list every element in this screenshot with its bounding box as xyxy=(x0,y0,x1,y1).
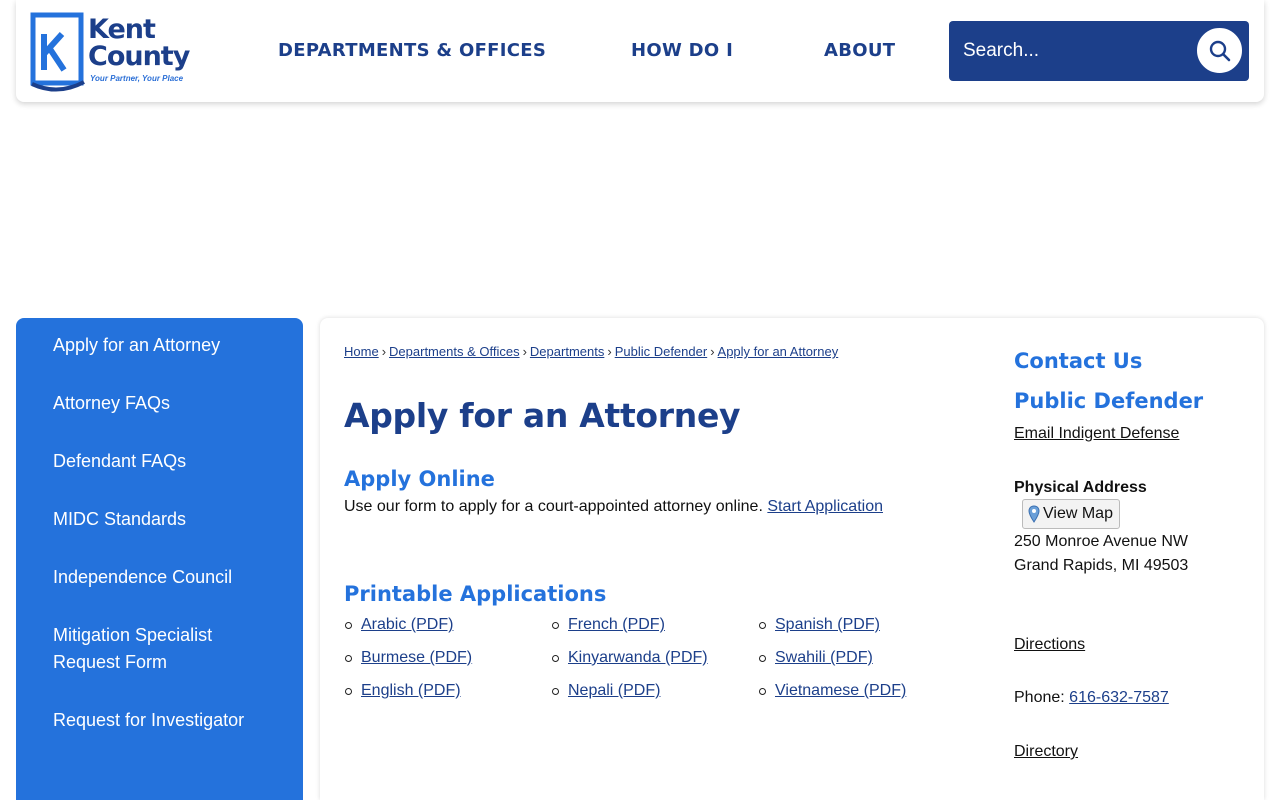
search-button[interactable] xyxy=(1195,26,1244,75)
map-pin-icon xyxy=(1028,505,1040,523)
breadcrumb-separator: › xyxy=(381,344,387,359)
bullet-icon xyxy=(759,655,766,662)
logo-tagline: Your Partner, Your Place xyxy=(90,74,184,83)
bullet-icon xyxy=(759,622,766,629)
bullet-icon xyxy=(345,688,352,695)
nav-about[interactable]: ABOUT xyxy=(824,40,895,61)
address-line1: 250 Monroe Avenue NW xyxy=(1014,533,1189,550)
directory-link[interactable]: Directory xyxy=(1014,743,1078,761)
pdf-link-kinyarwanda[interactable]: Kinyarwanda (PDF) xyxy=(568,649,708,666)
logo-line1: Kent xyxy=(88,14,156,45)
logo-line2: County xyxy=(88,41,190,72)
breadcrumb-public-defender[interactable]: Public Defender xyxy=(615,344,708,359)
breadcrumb-departments[interactable]: Departments xyxy=(530,344,604,359)
logo-wordmark: Kent County xyxy=(88,14,190,72)
list-item: Burmese (PDF) xyxy=(320,649,472,682)
physical-address-label: Physical Address xyxy=(1014,479,1147,496)
bullet-icon xyxy=(552,688,559,695)
breadcrumb-separator: › xyxy=(710,344,715,359)
sidebar-item-request-investigator[interactable]: Request for Investigator xyxy=(53,707,273,734)
apply-online-text: Use our form to apply for a court-appoin… xyxy=(344,498,883,516)
kent-county-logo[interactable]: Kent County Your Partner, Your Place xyxy=(30,12,220,92)
directions-link[interactable]: Directions xyxy=(1014,636,1085,654)
pdf-link-english[interactable]: English (PDF) xyxy=(361,682,461,699)
list-item: Nepali (PDF) xyxy=(527,682,708,715)
pdf-link-arabic[interactable]: Arabic (PDF) xyxy=(361,616,453,633)
apply-online-heading: Apply Online xyxy=(344,467,495,491)
pdf-link-spanish[interactable]: Spanish (PDF) xyxy=(775,616,880,633)
list-item: Swahili (PDF) xyxy=(734,649,906,682)
main-content: Home › Departments & Offices › Departments › P… xyxy=(320,318,1264,800)
logo-mark-icon xyxy=(30,12,85,92)
contact-us-heading: Contact Us xyxy=(1014,349,1143,373)
view-map-label: View Map xyxy=(1043,505,1113,522)
bullet-icon xyxy=(345,622,352,629)
phone-label: Phone: xyxy=(1014,689,1065,706)
breadcrumb: Home › Departments & Offices › Departments › P… xyxy=(344,344,838,359)
sidebar-item-apply-for-attorney[interactable]: Apply for an Attorney xyxy=(53,332,273,359)
breadcrumb-apply-for-attorney[interactable]: Apply for an Attorney xyxy=(718,344,839,359)
pdf-link-swahili[interactable]: Swahili (PDF) xyxy=(775,649,873,666)
list-item: English (PDF) xyxy=(320,682,472,715)
sidebar-item-midc-standards[interactable]: MIDC Standards xyxy=(53,506,273,533)
pdf-column-3: Spanish (PDF) Swahili (PDF) Vietnamese (… xyxy=(734,616,906,715)
pdf-link-french[interactable]: French (PDF) xyxy=(568,616,665,633)
contact-dept-heading: Public Defender xyxy=(1014,389,1204,413)
breadcrumb-separator: › xyxy=(522,344,527,359)
pdf-link-burmese[interactable]: Burmese (PDF) xyxy=(361,649,472,666)
start-application-link[interactable]: Start Application xyxy=(767,498,883,515)
nav-how-do-i[interactable]: HOW DO I xyxy=(631,40,733,61)
site-header: Kent County Your Partner, Your Place DEP… xyxy=(16,0,1264,102)
printable-applications-heading: Printable Applications xyxy=(344,582,607,606)
sidebar-item-defendant-faqs[interactable]: Defendant FAQs xyxy=(53,448,273,475)
bullet-icon xyxy=(345,655,352,662)
sidebar-item-attorney-faqs[interactable]: Attorney FAQs xyxy=(53,390,273,417)
list-item: Arabic (PDF) xyxy=(320,616,472,649)
list-item: French (PDF) xyxy=(527,616,708,649)
pdf-link-nepali[interactable]: Nepali (PDF) xyxy=(568,682,660,699)
apply-online-description: Use our form to apply for a court-appoin… xyxy=(344,498,763,515)
search-box xyxy=(949,21,1249,81)
sidebar-item-mitigation-specialist[interactable]: Mitigation Specialist Request Form xyxy=(53,622,253,676)
search-input[interactable] xyxy=(963,35,1183,67)
bullet-icon xyxy=(552,622,559,629)
list-item: Kinyarwanda (PDF) xyxy=(527,649,708,682)
pdf-column-1: Arabic (PDF) Burmese (PDF) English (PDF) xyxy=(320,616,472,715)
list-item: Vietnamese (PDF) xyxy=(734,682,906,715)
breadcrumb-separator: › xyxy=(607,344,612,359)
email-indigent-defense-link[interactable]: Email Indigent Defense xyxy=(1014,425,1179,443)
bullet-icon xyxy=(552,655,559,662)
phone-line: Phone: 616-632-7587 xyxy=(1014,689,1169,707)
breadcrumb-departments-offices[interactable]: Departments & Offices xyxy=(389,344,520,359)
nav-departments-offices[interactable]: DEPARTMENTS & OFFICES xyxy=(278,40,546,61)
phone-link[interactable]: 616-632-7587 xyxy=(1069,689,1169,706)
pdf-link-vietnamese[interactable]: Vietnamese (PDF) xyxy=(775,682,906,699)
view-map-button[interactable]: View Map xyxy=(1022,499,1120,529)
page-title: Apply for an Attorney xyxy=(344,396,741,435)
pdf-column-2: French (PDF) Kinyarwanda (PDF) Nepali (P… xyxy=(527,616,708,715)
bullet-icon xyxy=(759,688,766,695)
list-item: Spanish (PDF) xyxy=(734,616,906,649)
sidebar-nav: Apply for an Attorney Attorney FAQs Defe… xyxy=(16,318,303,800)
breadcrumb-home[interactable]: Home xyxy=(344,344,379,359)
search-icon xyxy=(1209,40,1230,61)
address-line2: Grand Rapids, MI 49503 xyxy=(1014,557,1189,574)
sidebar-item-independence-council[interactable]: Independence Council xyxy=(53,564,273,591)
